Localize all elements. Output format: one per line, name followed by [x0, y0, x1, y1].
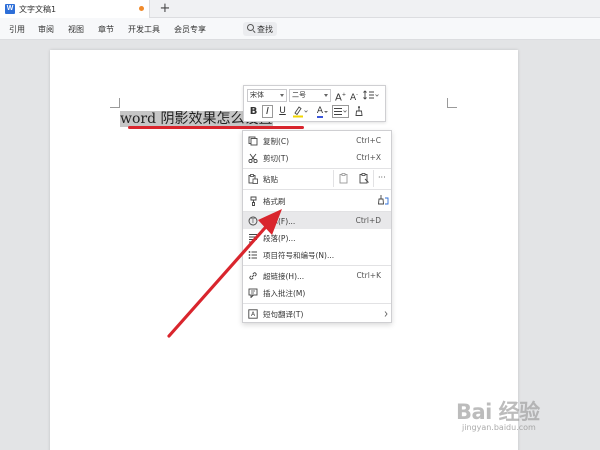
baidu-jingyan-watermark: Bai 经验 jingyan.baidu.com	[456, 396, 596, 436]
font-icon: T	[248, 216, 258, 226]
chevron-down-icon	[280, 94, 284, 97]
paragraph-settings-button[interactable]	[353, 105, 365, 122]
annotation-underline	[128, 126, 304, 129]
italic-button[interactable]: I	[262, 105, 273, 118]
margin-corner-top-right	[447, 98, 457, 108]
align-button[interactable]	[332, 105, 349, 118]
writer-doc-icon: W	[5, 4, 15, 14]
chevron-right-icon	[384, 311, 388, 317]
menu-item-paragraph[interactable]: 段落(P)...	[243, 229, 391, 246]
bold-button[interactable]: B	[248, 105, 259, 118]
menu-item-label: 格式刷	[263, 197, 286, 206]
line-spacing-button[interactable]	[363, 89, 379, 106]
font-size-value: 二号	[292, 91, 306, 99]
margin-corner-top-left	[110, 98, 120, 108]
menu-item-bullets-numbering[interactable]: 项目符号和编号(N)...	[243, 246, 391, 263]
menu-item-shortcut: Ctrl+C	[356, 136, 381, 145]
context-menu: 复制(C) Ctrl+C 剪切(T) Ctrl+X 粘贴 ··· 格式刷 T 字…	[242, 130, 392, 323]
menu-item-label: 粘贴	[263, 175, 278, 184]
menu-item-font[interactable]: T 字体(F)... Ctrl+D	[243, 212, 391, 229]
menu-item-format-painter[interactable]: 格式刷	[243, 191, 391, 210]
font-color-button[interactable]: A	[312, 105, 328, 118]
tab-member-exclusive[interactable]: 会员专享	[174, 24, 206, 35]
paragraph-settings-icon	[355, 106, 363, 116]
menu-item-label: 超链接(H)...	[263, 272, 305, 281]
new-tab-button[interactable]: +	[158, 1, 172, 17]
title-bar: W 文字文稿1 +	[0, 0, 600, 18]
paste-options-divider	[333, 170, 334, 187]
chevron-down-icon	[324, 111, 328, 113]
paste-icon	[248, 174, 258, 184]
menu-item-shortcut: Ctrl+X	[356, 153, 381, 162]
line-spacing-icon	[363, 90, 379, 100]
menu-item-label: 段落(P)...	[263, 234, 296, 243]
menu-item-copy[interactable]: 复制(C) Ctrl+C	[243, 132, 391, 149]
font-name-value: 宋体	[250, 91, 264, 99]
floating-format-toolbar: 宋体 二号 A+ A- B I U A	[243, 85, 386, 122]
menu-item-label: 项目符号和编号(N)...	[263, 251, 335, 260]
search-icon	[247, 24, 254, 31]
paste-more-divider	[373, 170, 374, 187]
highlighter-icon	[293, 106, 308, 118]
tab-review[interactable]: 审阅	[38, 24, 54, 35]
tab-view[interactable]: 视图	[68, 24, 84, 35]
font-size-select[interactable]: 二号	[289, 89, 331, 102]
comment-icon	[248, 288, 258, 298]
paste-keep-format-icon[interactable]	[339, 173, 349, 184]
menu-item-label: 插入批注(M)	[263, 289, 306, 298]
paragraph-icon	[249, 234, 257, 243]
menu-separator	[243, 265, 391, 266]
find-button[interactable]: 查找	[243, 22, 277, 36]
paste-text-only-icon[interactable]	[359, 173, 369, 184]
grow-font-button[interactable]: A+	[335, 89, 346, 104]
menu-item-shortcut: Ctrl+K	[356, 271, 381, 280]
menu-item-label: 剪切(T)	[263, 154, 289, 163]
chevron-down-icon	[324, 94, 328, 97]
highlight-color-button[interactable]	[292, 105, 308, 123]
font-color-icon: A	[316, 106, 324, 118]
document-tab-title: 文字文稿1	[19, 5, 57, 14]
menu-separator	[243, 303, 391, 304]
ribbon-tabs: 引用 审阅 视图 章节 开发工具 会员专享 查找	[0, 18, 600, 40]
menu-item-label: 复制(C)	[263, 137, 290, 146]
menu-separator	[243, 189, 391, 190]
menu-item-paste[interactable]: 粘贴 ···	[243, 169, 391, 189]
menu-item-short-translate[interactable]: A 短句翻译(T)	[243, 305, 391, 322]
copy-icon	[248, 136, 258, 146]
menu-item-cut[interactable]: 剪切(T) Ctrl+X	[243, 149, 391, 166]
tab-references[interactable]: 引用	[9, 24, 25, 35]
scissors-icon	[248, 153, 258, 163]
menu-item-label: 字体(F)...	[263, 217, 296, 226]
underline-button[interactable]: U	[277, 105, 288, 118]
more-options-icon[interactable]: ···	[378, 173, 386, 182]
align-justify-icon	[334, 108, 347, 115]
grow-font-icon: A	[335, 92, 342, 104]
translate-icon: A	[248, 309, 258, 319]
format-painter-icon	[250, 196, 257, 206]
tab-chapter[interactable]: 章节	[98, 24, 114, 35]
hyperlink-icon	[249, 272, 257, 280]
svg-text:A: A	[251, 311, 256, 318]
shrink-font-button[interactable]: A-	[349, 89, 359, 105]
tab-developer-tools[interactable]: 开发工具	[128, 24, 160, 35]
watermark-brand: Bai 经验	[456, 400, 540, 424]
menu-item-shortcut: Ctrl+D	[355, 216, 381, 225]
document-tab[interactable]: W 文字文稿1	[0, 0, 150, 18]
unsaved-indicator-icon	[139, 6, 144, 11]
find-label: 查找	[257, 25, 273, 34]
font-name-select[interactable]: 宋体	[247, 89, 287, 102]
format-painter-brush-icon[interactable]	[377, 194, 389, 206]
menu-item-hyperlink[interactable]: 超链接(H)... Ctrl+K	[243, 267, 391, 284]
menu-item-insert-comment[interactable]: 插入批注(M)	[243, 284, 391, 301]
svg-text:T: T	[250, 218, 255, 225]
bullets-numbering-icon	[248, 251, 257, 259]
menu-item-label: 短句翻译(T)	[263, 310, 304, 319]
watermark-url: jingyan.baidu.com	[462, 423, 536, 432]
